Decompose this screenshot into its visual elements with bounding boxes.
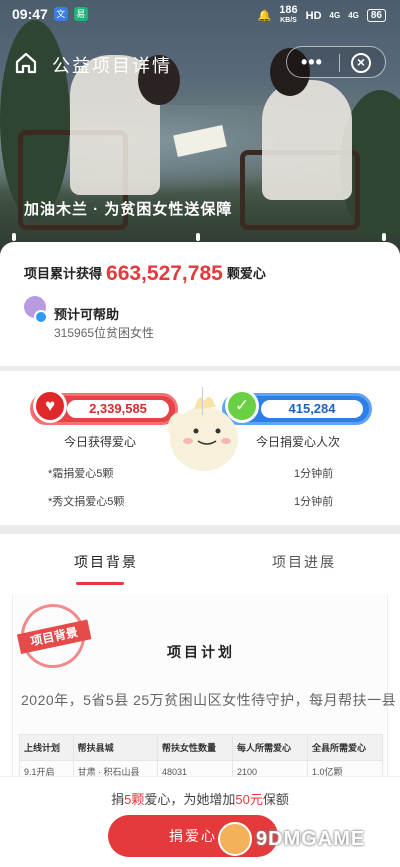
home-icon[interactable]: [14, 52, 38, 74]
hero-caption: 加油木兰 · 为贫困女性送保障: [24, 201, 233, 218]
status-time: 09:47: [12, 6, 48, 22]
mini-program-capsule: ••• ×: [286, 46, 386, 78]
net-speed: 186 KB/S: [279, 4, 298, 25]
donors-today-value: 415,284: [261, 400, 363, 418]
help-subtitle: 315965位贫困女性: [54, 326, 155, 340]
hearts-today-value: 2,339,585: [67, 400, 169, 418]
table-header: 全县所需爱心: [306, 734, 384, 761]
donation-record: *霜捐爱心5颗: [48, 468, 114, 480]
more-icon[interactable]: •••: [301, 53, 323, 71]
content-paper: 项目背景 项目计划 2020年，5省5县 25万贫困山区女性待守护，每月帮扶一县…: [12, 594, 396, 776]
tab-bar: 项目背景 项目进展: [0, 534, 400, 590]
tab-project-background[interactable]: 项目背景: [74, 552, 138, 572]
total-hearts-value: 663,527,785: [106, 262, 223, 285]
heart-icon: ♥: [33, 389, 67, 423]
capsule-divider: [339, 54, 340, 72]
donate-prompt: 捐5颗爱心，为她增加50元保额: [111, 792, 289, 807]
app-notification-icon-2: 易: [73, 7, 88, 21]
avatar-badge: [34, 310, 48, 324]
donation-record: *秀文捐爱心5颗: [48, 496, 125, 508]
table-row: 9.1开启 甘肃 · 积石山县 48031 2100 1.0亿颗: [19, 760, 384, 776]
table-header: 帮扶女性数量: [157, 734, 233, 761]
total-hearts: 项目累计获得 663,527,785 颗爱心: [24, 262, 266, 285]
indicator-dot: [12, 233, 16, 241]
battery-icon: 86: [366, 9, 386, 22]
close-icon[interactable]: ×: [351, 53, 371, 73]
background-stamp: 项目背景: [15, 598, 92, 674]
table-cell: 2100: [232, 760, 308, 776]
table-header: 每人所需爱心: [232, 734, 308, 761]
hearts-today-pill: ♥ 2,339,585: [30, 389, 178, 425]
stats-card: ♥ 2,339,585 ✓ 415,284 今日获得爱心 今日捐爱心人次 *霜捐…: [0, 371, 400, 525]
table-cell: 1.0亿颗: [306, 760, 384, 776]
project-content: 项目背景 项目计划 2020年，5省5县 25万贫困山区女性待守护，每月帮扶一县…: [0, 590, 400, 776]
signal-icon-2: 4G: [348, 11, 359, 20]
donors-today-pill: ✓ 415,284: [222, 389, 372, 425]
donation-record-time: 1分钟前: [294, 468, 334, 480]
table-header: 上线计划: [19, 734, 74, 761]
hero-person-right: [262, 80, 352, 200]
indicator-dot: [382, 233, 386, 241]
tab-active-indicator: [76, 582, 124, 585]
app-notification-icon: 文: [53, 7, 68, 21]
table-cell: 48031: [157, 760, 233, 776]
indicator-dot: [196, 233, 200, 241]
donors-today-label: 今日捐爱心人次: [256, 435, 341, 449]
mute-bell-icon: 🔔: [257, 10, 272, 22]
hd-label: HD: [305, 9, 322, 22]
plan-title: 项目计划: [167, 644, 235, 660]
site-watermark: 9DMGAME: [218, 818, 398, 864]
page-title: 公益项目详情: [52, 56, 172, 76]
hero-image: [0, 0, 400, 258]
status-right: 🔔 186 KB/S HD 4G 4G 86: [257, 4, 386, 25]
tab-project-progress[interactable]: 项目进展: [272, 552, 336, 572]
table-header-row: 上线计划 帮扶县城 帮扶女性数量 每人所需爱心 全县所需爱心: [19, 734, 384, 761]
help-title: 预计可帮助: [54, 307, 120, 322]
nav-bar: 公益项目详情 ••• ×: [0, 46, 400, 80]
table-header: 帮扶县城: [72, 734, 159, 761]
signal-icon: 4G: [329, 11, 341, 20]
mascot-illustration: [168, 387, 238, 471]
table-cell: 甘肃 · 积石山县: [72, 760, 159, 776]
summary-card: 项目累计获得 663,527,785 颗爱心 预计可帮助 315965位贫困女性: [0, 242, 400, 366]
donation-record-time: 1分钟前: [294, 496, 334, 508]
table-cell: 9.1开启: [19, 760, 74, 776]
watermark-logo: [218, 822, 252, 856]
status-bar: 09:47 文 易 🔔 186 KB/S HD 4G 4G 86: [0, 0, 400, 28]
hearts-today-label: 今日获得爱心: [64, 435, 137, 449]
plan-table: 上线计划 帮扶县城 帮扶女性数量 每人所需爱心 全县所需爱心 9.1开启 甘肃 …: [19, 734, 384, 776]
watermark-text: 9DMGAME: [256, 828, 366, 850]
plan-text: 2020年，5省5县 25万贫困山区女性待守护，每月帮扶一县: [21, 692, 397, 708]
